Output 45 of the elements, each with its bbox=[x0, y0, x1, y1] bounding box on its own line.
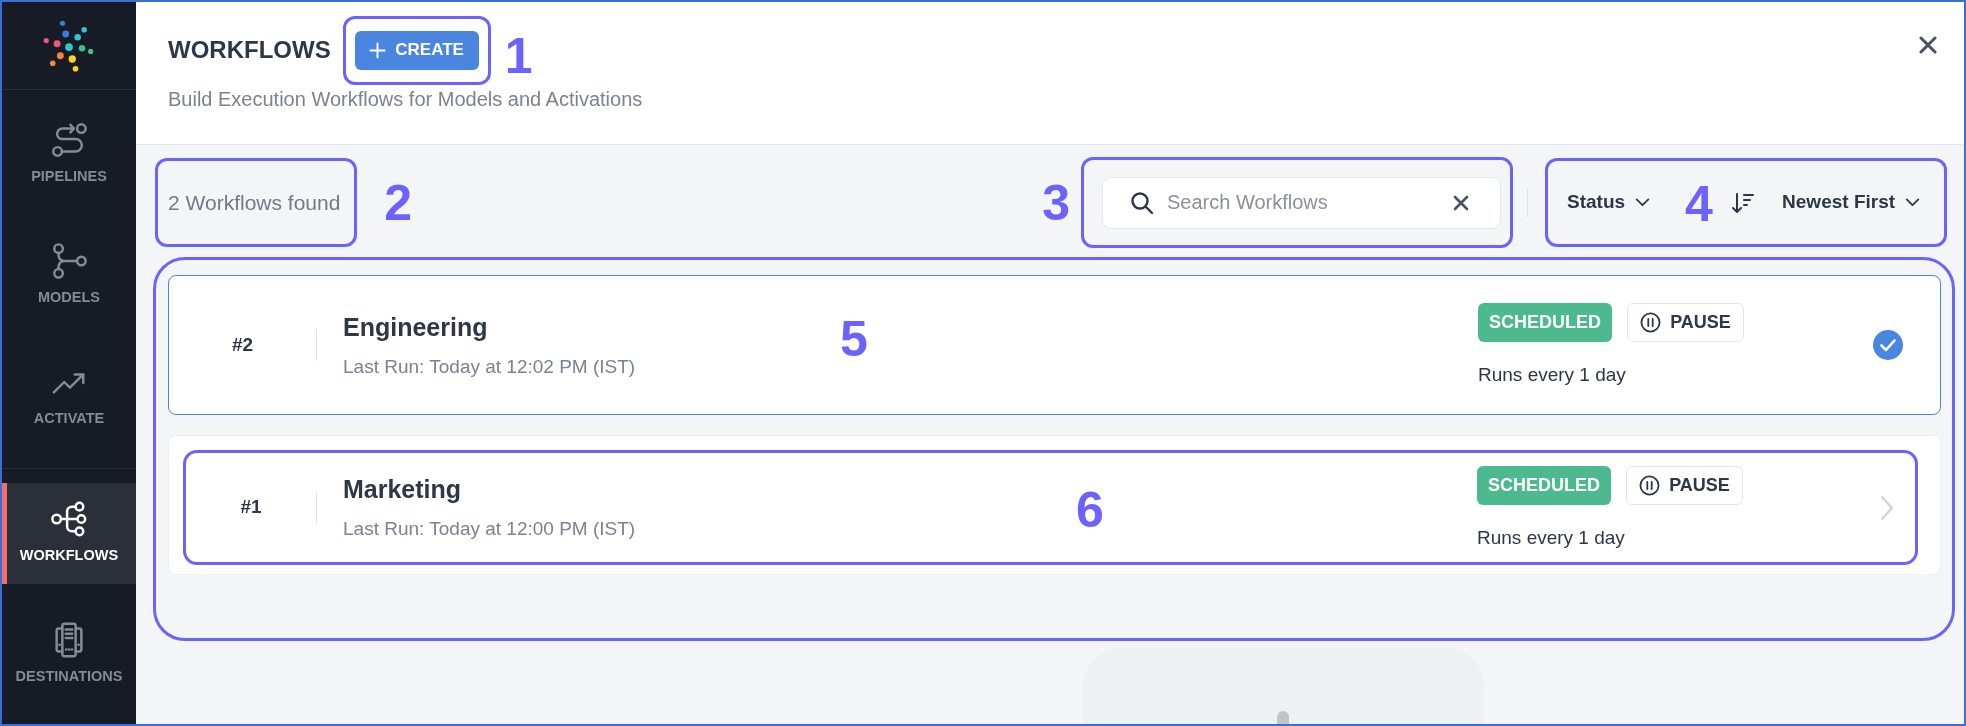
route-icon bbox=[50, 121, 88, 160]
check-circle-icon bbox=[1873, 330, 1903, 360]
status-badge: SCHEDULED bbox=[1477, 465, 1611, 505]
last-run-text: Last Run: Today at 12:02 PM (IST) bbox=[343, 355, 636, 379]
pause-icon bbox=[1639, 474, 1661, 496]
workflow-number: #2 bbox=[231, 333, 254, 355]
hierarchy-icon bbox=[50, 500, 88, 539]
callout-number: 1 bbox=[504, 31, 533, 81]
callout-number: 3 bbox=[1042, 177, 1070, 228]
pause-button[interactable]: PAUSE bbox=[1627, 303, 1744, 343]
clear-icon[interactable] bbox=[1453, 194, 1469, 211]
status-dropdown[interactable]: Status bbox=[1567, 188, 1651, 217]
logo-icon bbox=[43, 19, 95, 72]
callout-number: 4 bbox=[1685, 179, 1713, 229]
workflow-name: Engineering bbox=[343, 311, 488, 342]
page-title: WORKFLOWS bbox=[168, 35, 331, 65]
page-subtitle: Build Execution Workflows for Models and Activations bbox=[168, 87, 643, 111]
sidebar-item[interactable]: WORKFLOWS bbox=[2, 483, 136, 584]
sidebar-item[interactable]: ACTIVATE bbox=[2, 346, 136, 447]
search-icon bbox=[1130, 190, 1154, 215]
workflow-number: #1 bbox=[240, 496, 262, 518]
workflow-name: Marketing bbox=[343, 474, 462, 505]
callout-number: 6 bbox=[1076, 485, 1104, 535]
sidebar-item[interactable]: DESTINATIONS bbox=[2, 604, 136, 705]
result-count: 2 Workflows found bbox=[168, 189, 341, 216]
pause-button[interactable]: PAUSE bbox=[1626, 465, 1743, 505]
sidebar-item[interactable]: PIPELINES bbox=[2, 104, 136, 205]
status-badge: SCHEDULED bbox=[1478, 303, 1612, 343]
callout-number: 2 bbox=[384, 177, 413, 228]
callout-number: 5 bbox=[840, 314, 868, 364]
schedule-text: Runs every 1 day bbox=[1478, 364, 1626, 387]
close-icon[interactable] bbox=[1919, 36, 1937, 54]
plus-icon bbox=[369, 41, 387, 59]
schedule-text: Runs every 1 day bbox=[1477, 526, 1625, 550]
sidebar-item[interactable]: MODELS bbox=[2, 225, 136, 326]
search-field[interactable]: Search Workflows bbox=[1102, 176, 1501, 229]
create-button[interactable]: CREATE bbox=[354, 30, 479, 70]
pause-icon bbox=[1640, 312, 1662, 334]
sort-icon[interactable] bbox=[1731, 190, 1756, 215]
chevron-down-icon bbox=[1905, 198, 1921, 207]
branch-icon bbox=[50, 242, 88, 281]
workflow-card[interactable]: #1 Marketing Last Run: Today at 12:00 PM (IST) 6 SCHEDULED PAUSE Runs every 1 day bbox=[168, 435, 1941, 575]
chevron-down-icon bbox=[1635, 198, 1651, 207]
last-run-text: Last Run: Today at 12:00 PM (IST) bbox=[343, 518, 636, 541]
sort-dropdown[interactable]: Newest First bbox=[1782, 188, 1921, 217]
